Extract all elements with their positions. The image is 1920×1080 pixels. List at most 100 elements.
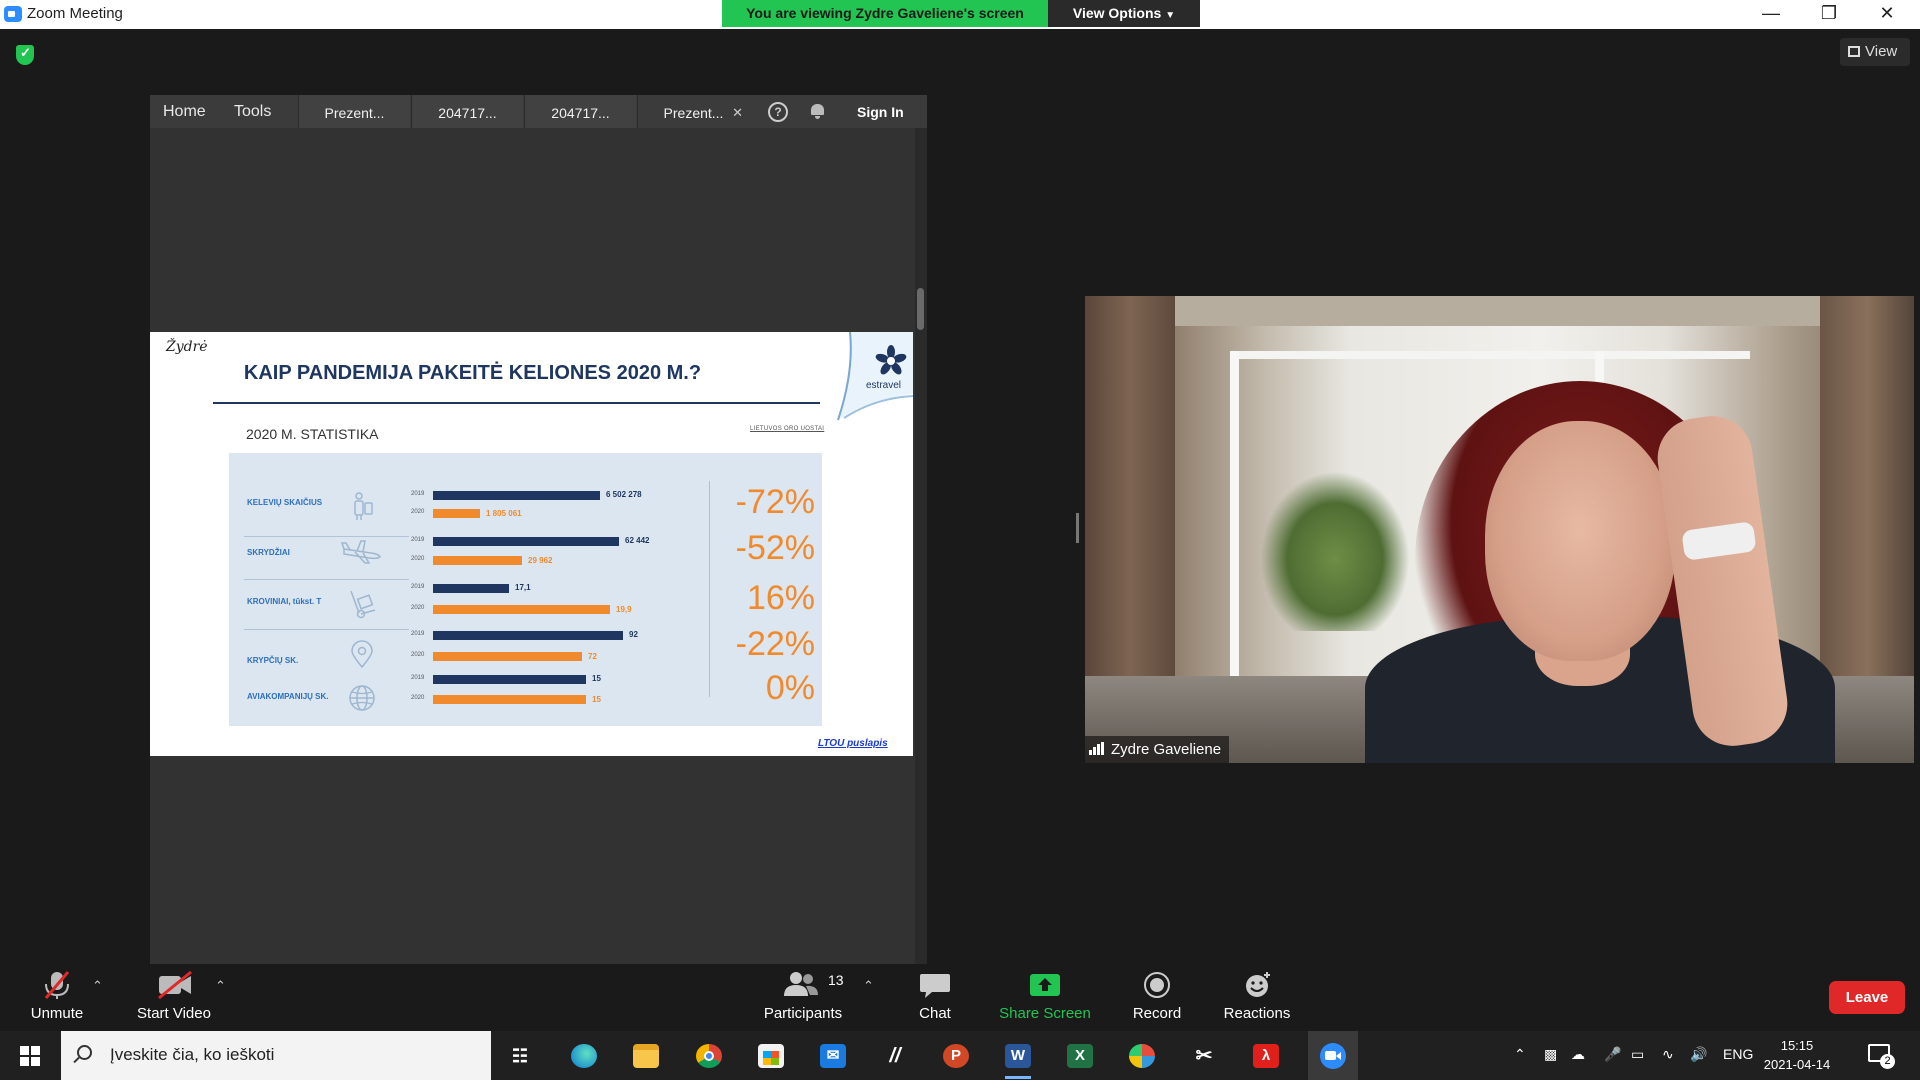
security-shield-icon[interactable]	[16, 45, 34, 65]
wifi-icon[interactable]: ∿	[1662, 1046, 1674, 1063]
microphone-icon[interactable]: 🎤	[1604, 1046, 1621, 1063]
bar-value-2019: 62 442	[625, 536, 650, 545]
snip-icon[interactable]: ✂	[1183, 1037, 1223, 1075]
slide-author: Žydrė	[166, 339, 208, 355]
record-button[interactable]: Record	[1102, 970, 1212, 1022]
document-scrollbar[interactable]	[915, 128, 927, 964]
traveler-icon	[354, 492, 373, 520]
bar-2020	[433, 652, 582, 661]
chevron-down-icon: ▼	[1165, 10, 1176, 21]
chat-label: Chat	[919, 1005, 951, 1022]
presentation-slide: Žydrė KAIP PANDEMIJA PAKEITĖ KELIONES 20…	[150, 332, 913, 756]
start-video-button[interactable]: Start Video	[119, 970, 229, 1022]
view-layout-button[interactable]: View	[1840, 38, 1910, 66]
stat-label: KELEVIŲ SKAIČIUS	[247, 498, 323, 507]
scrollbar-thumb[interactable]	[917, 288, 924, 330]
excel-icon[interactable]: X	[1059, 1037, 1099, 1075]
stat-label: KROVINIAI, tūkst. T	[247, 597, 322, 606]
taskbar-clock[interactable]: 15:15 2021-04-14	[1762, 1036, 1832, 1074]
year-label: 2019	[411, 584, 425, 590]
participants-button[interactable]: 13 Participants	[748, 970, 858, 1022]
clock-date: 2021-04-14	[1763, 1057, 1831, 1072]
estravel-logo-text: estravel	[866, 380, 902, 391]
battery-icon[interactable]: ▭	[1631, 1046, 1644, 1063]
screen-share-banner: You are viewing Zydre Gaveliene's screen	[722, 0, 1048, 27]
onedrive-cloud-icon[interactable]: ☁	[1571, 1046, 1585, 1063]
task-view-icon[interactable]: ☷	[499, 1037, 539, 1075]
bar-2020	[433, 556, 522, 565]
acrobat-icon[interactable]: λ	[1245, 1037, 1285, 1075]
document-tab[interactable]: Prezent...	[298, 95, 410, 128]
paint-icon[interactable]	[1121, 1037, 1161, 1075]
store-icon[interactable]	[750, 1037, 790, 1075]
bar-value-2020: 19,9	[616, 605, 632, 614]
bar-value-2019: 6 502 278	[606, 490, 642, 499]
percent-change: -72%	[735, 483, 815, 521]
show-hidden-icons-chevron[interactable]: ⌃	[1514, 1046, 1526, 1063]
restore-icon: ❐	[1820, 3, 1838, 23]
participants-options-caret[interactable]: ⌃	[863, 978, 874, 994]
row-separator	[244, 579, 409, 580]
reactions-smiley-icon	[1246, 972, 1270, 997]
start-video-label: Start Video	[137, 1005, 211, 1022]
participants-count: 13	[828, 972, 844, 988]
document-tab[interactable]: 204717...	[411, 95, 523, 128]
mail-icon[interactable]: ✉	[812, 1037, 852, 1075]
zoom-taskbar-button[interactable]	[1308, 1031, 1358, 1080]
document-tab[interactable]: 204717...	[524, 95, 636, 128]
location-pin-icon	[351, 640, 373, 669]
edge-icon[interactable]	[563, 1037, 603, 1075]
bar-value-2020: 15	[592, 695, 601, 704]
year-label: 2019	[411, 675, 425, 681]
video-options-caret[interactable]: ⌃	[215, 978, 226, 994]
stat-label: SKRYDŽIAI	[247, 548, 290, 557]
percent-change: -52%	[735, 529, 815, 567]
bell-icon[interactable]	[810, 103, 825, 119]
taskbar-search[interactable]: Įveskite čia, ko ieškoti	[61, 1031, 491, 1080]
file-explorer-icon[interactable]	[625, 1037, 665, 1075]
video-off-icon	[158, 970, 192, 1000]
document-tab-active[interactable]: Prezent... ✕	[637, 95, 749, 128]
close-window-button[interactable]: ✕	[1858, 0, 1916, 29]
signal-strength-icon	[1089, 742, 1105, 755]
bar-value-2019: 15	[592, 674, 601, 683]
pen-app-icon[interactable]: //	[874, 1037, 914, 1075]
word-icon[interactable]: W	[997, 1037, 1037, 1079]
restore-button[interactable]: ❐	[1800, 0, 1858, 29]
window-title: Zoom Meeting	[27, 5, 123, 22]
leave-button[interactable]: Leave	[1829, 981, 1905, 1014]
document-tab-label: 204717...	[551, 105, 610, 121]
minimize-button[interactable]: —	[1742, 0, 1800, 29]
language-indicator[interactable]: ENG	[1723, 1046, 1753, 1062]
share-screen-button[interactable]: Share Screen	[990, 970, 1100, 1022]
share-screen-icon	[1030, 974, 1060, 996]
volume-icon[interactable]: 🔊	[1690, 1046, 1707, 1063]
acrobat-home-tab[interactable]: Home	[163, 103, 206, 121]
view-options-button[interactable]: View Options ▼	[1048, 0, 1200, 27]
acrobat-tools-tab[interactable]: Tools	[234, 103, 271, 121]
powerpoint-icon[interactable]: P	[935, 1037, 975, 1075]
row-separator	[244, 629, 409, 630]
audio-options-caret[interactable]: ⌃	[92, 978, 103, 994]
close-tab-icon[interactable]: ✕	[732, 95, 743, 131]
slide-title: KAIP PANDEMIJA PAKEITĖ KELIONES 2020 M.?	[243, 362, 702, 384]
year-label: 2020	[411, 556, 425, 562]
stat-label: AVIAKOMPANIJŲ SK.	[247, 692, 329, 701]
chrome-icon[interactable]	[688, 1037, 728, 1075]
ltou-link[interactable]: LTOU puslapis	[818, 738, 888, 749]
windows-start-icon[interactable]	[20, 1046, 40, 1066]
statistics-panel: KELEVIŲ SKAIČIUS 2019 6 502 278 2020 1 8…	[229, 453, 822, 726]
participant-face	[1485, 421, 1675, 661]
panel-resize-handle[interactable]	[1076, 513, 1079, 543]
participant-video: Zydre Gaveliene	[1085, 296, 1914, 763]
document-tab-label: Prezent...	[324, 105, 385, 121]
record-icon	[1144, 972, 1170, 998]
chat-button[interactable]: Chat	[880, 970, 990, 1022]
meet-now-icon[interactable]: ▩	[1544, 1046, 1557, 1063]
help-icon[interactable]: ?	[768, 102, 788, 122]
sign-in-button[interactable]: Sign In	[857, 104, 904, 120]
reactions-button[interactable]: Reactions	[1202, 970, 1312, 1022]
search-input[interactable]: Įveskite čia, ko ieškoti	[110, 1045, 274, 1065]
participant-name-tag: Zydre Gaveliene	[1085, 736, 1230, 763]
view-label: View	[1865, 43, 1898, 60]
